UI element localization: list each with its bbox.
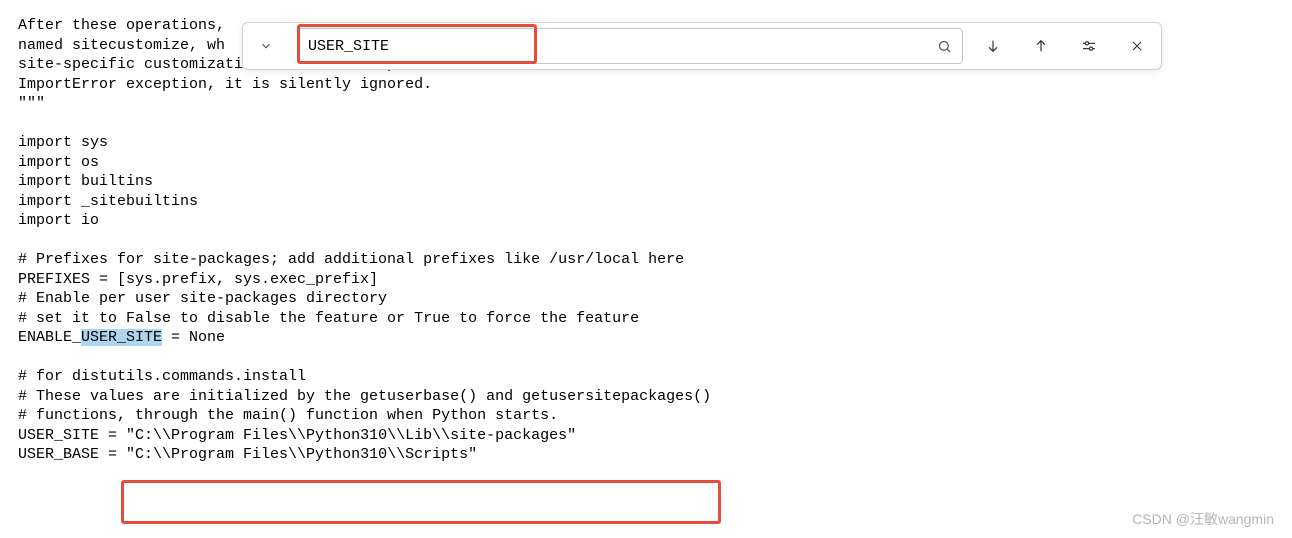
code-line: # Enable per user site-packages director… [18,290,387,307]
find-input-wrapper [297,28,963,64]
search-match-highlight: USER_SITE [81,329,162,346]
code-line: After these operations, [18,17,225,34]
code-line: import os [18,154,99,171]
code-line-part: USER_BASE = [18,446,126,463]
code-line-part: = None [162,329,225,346]
code-line-part: USER_SITE = [18,427,126,444]
code-line: # functions, through the main() function… [18,407,558,424]
code-line: # set it to False to disable the feature… [18,310,639,327]
code-line: import io [18,212,99,229]
find-close-button[interactable] [1113,23,1161,69]
search-icon [937,39,952,54]
code-line: named sitecustomize, wh [18,37,225,54]
code-line: # These values are initialized by the ge… [18,388,711,405]
close-icon [1130,39,1144,53]
code-line-part: ENABLE_ [18,329,81,346]
code-line: import sys [18,134,108,151]
code-line: import builtins [18,173,153,190]
find-search-button[interactable] [926,39,962,54]
find-options-button[interactable] [1065,23,1113,69]
code-line-part: "C:\\Program Files\\Python310\\Scripts" [126,446,477,463]
annotation-box [121,480,721,524]
code-area: After these operations, named sitecustom… [0,0,1292,481]
arrow-up-icon [1033,38,1049,54]
find-expand-button[interactable] [243,23,289,69]
find-next-button[interactable] [969,23,1017,69]
chevron-down-icon [259,39,273,53]
find-input[interactable] [298,32,926,61]
arrow-down-icon [985,38,1001,54]
code-line: PREFIXES = [sys.prefix, sys.exec_prefix] [18,271,378,288]
code-line: # Prefixes for site-packages; add additi… [18,251,684,268]
code-line: # for distutils.commands.install [18,368,306,385]
watermark: CSDN @汪敏wangmin [1132,510,1274,528]
code-line: import _sitebuiltins [18,193,198,210]
settings-sliders-icon [1081,38,1097,54]
find-bar [242,22,1162,70]
code-line: """ [18,95,45,112]
find-previous-button[interactable] [1017,23,1065,69]
code-line: ImportError exception, it is silently ig… [18,76,432,93]
code-line-part: "C:\\Program Files\\Python310\\Lib\\site… [126,427,576,444]
